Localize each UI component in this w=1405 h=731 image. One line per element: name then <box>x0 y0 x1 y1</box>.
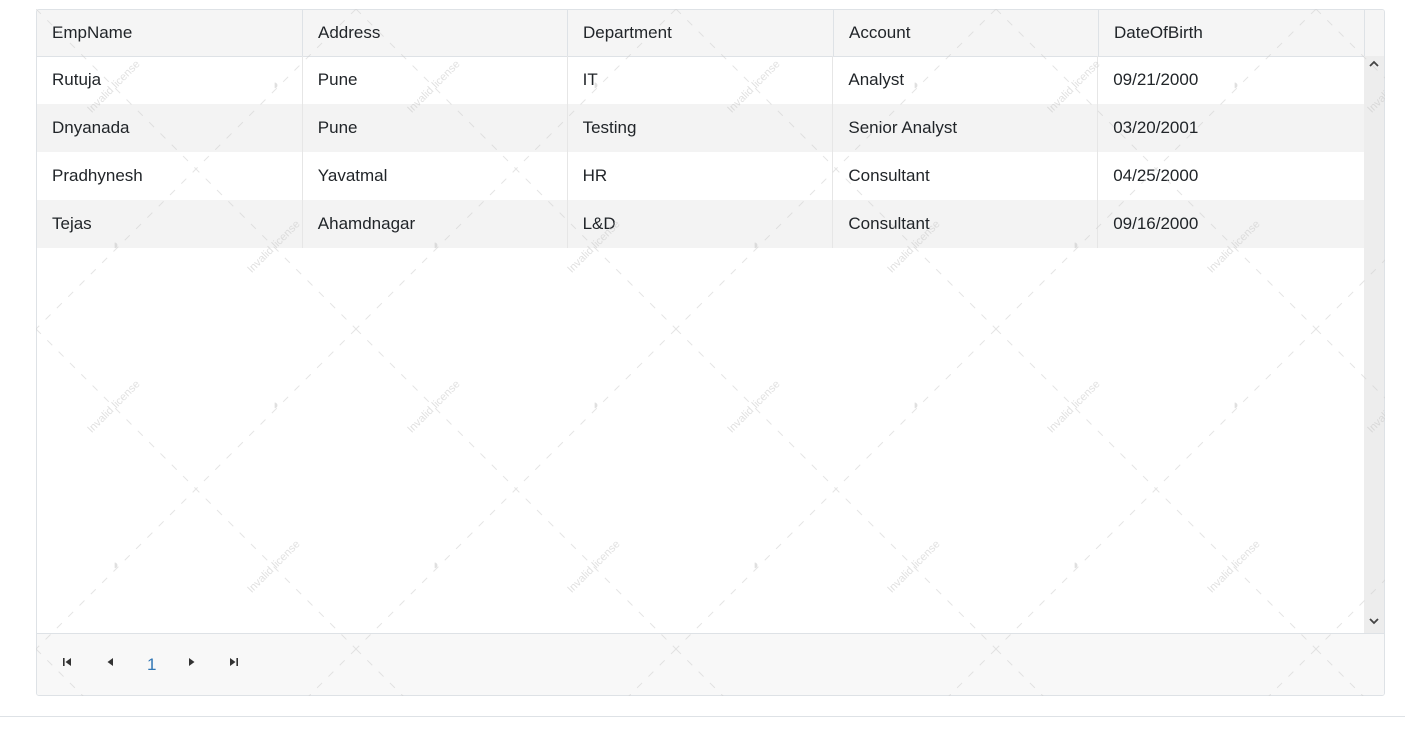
cell-address[interactable]: Yavatmal <box>303 152 568 200</box>
column-header-department[interactable]: Department <box>568 10 834 56</box>
header-scroll-spacer <box>1365 10 1384 56</box>
cell-department[interactable]: L&D <box>568 200 834 248</box>
cell-account[interactable]: Consultant <box>833 200 1099 248</box>
table-row[interactable]: Dnyanada Pune Testing Senior Analyst 03/… <box>37 104 1364 152</box>
vertical-scrollbar[interactable] <box>1364 56 1384 633</box>
next-page-icon[interactable] <box>182 654 202 676</box>
cell-dateofbirth[interactable]: 09/16/2000 <box>1098 200 1364 248</box>
cell-department[interactable]: HR <box>568 152 834 200</box>
cell-department[interactable]: IT <box>568 56 834 104</box>
cell-department[interactable]: Testing <box>568 104 834 152</box>
cell-dateofbirth[interactable]: 04/25/2000 <box>1098 152 1364 200</box>
column-header-dateofbirth[interactable]: DateOfBirth <box>1099 10 1365 56</box>
cell-account[interactable]: Consultant <box>833 152 1099 200</box>
grid-header: EmpName Address Department Account DateO… <box>37 10 1384 57</box>
page-number-link[interactable]: 1 <box>147 654 156 676</box>
cell-empname[interactable]: Pradhynesh <box>37 152 303 200</box>
column-header-address[interactable]: Address <box>303 10 568 56</box>
grid-pager: 1 <box>37 633 1384 695</box>
cell-empname[interactable]: Tejas <box>37 200 303 248</box>
first-page-icon[interactable] <box>57 654 77 676</box>
chevron-down-icon[interactable] <box>1364 613 1384 633</box>
table-row[interactable]: Tejas Ahamdnagar L&D Consultant 09/16/20… <box>37 200 1364 248</box>
grid-body: Rutuja Pune IT Analyst 09/21/2000 Dnyana… <box>37 56 1364 633</box>
table-row[interactable]: Pradhynesh Yavatmal HR Consultant 04/25/… <box>37 152 1364 200</box>
cell-address[interactable]: Pune <box>303 56 568 104</box>
chevron-up-icon[interactable] <box>1364 56 1384 76</box>
last-page-icon[interactable] <box>224 654 244 676</box>
cell-account[interactable]: Analyst <box>833 56 1099 104</box>
cell-dateofbirth[interactable]: 09/21/2000 <box>1098 56 1364 104</box>
cell-address[interactable]: Pune <box>303 104 568 152</box>
table-row[interactable]: Rutuja Pune IT Analyst 09/21/2000 <box>37 56 1364 104</box>
previous-page-icon[interactable] <box>100 654 120 676</box>
cell-empname[interactable]: Rutuja <box>37 56 303 104</box>
column-header-account[interactable]: Account <box>834 10 1099 56</box>
cell-dateofbirth[interactable]: 03/20/2001 <box>1098 104 1364 152</box>
page-divider <box>0 716 1405 717</box>
column-header-empname[interactable]: EmpName <box>37 10 303 56</box>
cell-account[interactable]: Senior Analyst <box>833 104 1099 152</box>
cell-address[interactable]: Ahamdnagar <box>303 200 568 248</box>
cell-empname[interactable]: Dnyanada <box>37 104 303 152</box>
data-grid: EmpName Address Department Account DateO… <box>36 9 1385 696</box>
